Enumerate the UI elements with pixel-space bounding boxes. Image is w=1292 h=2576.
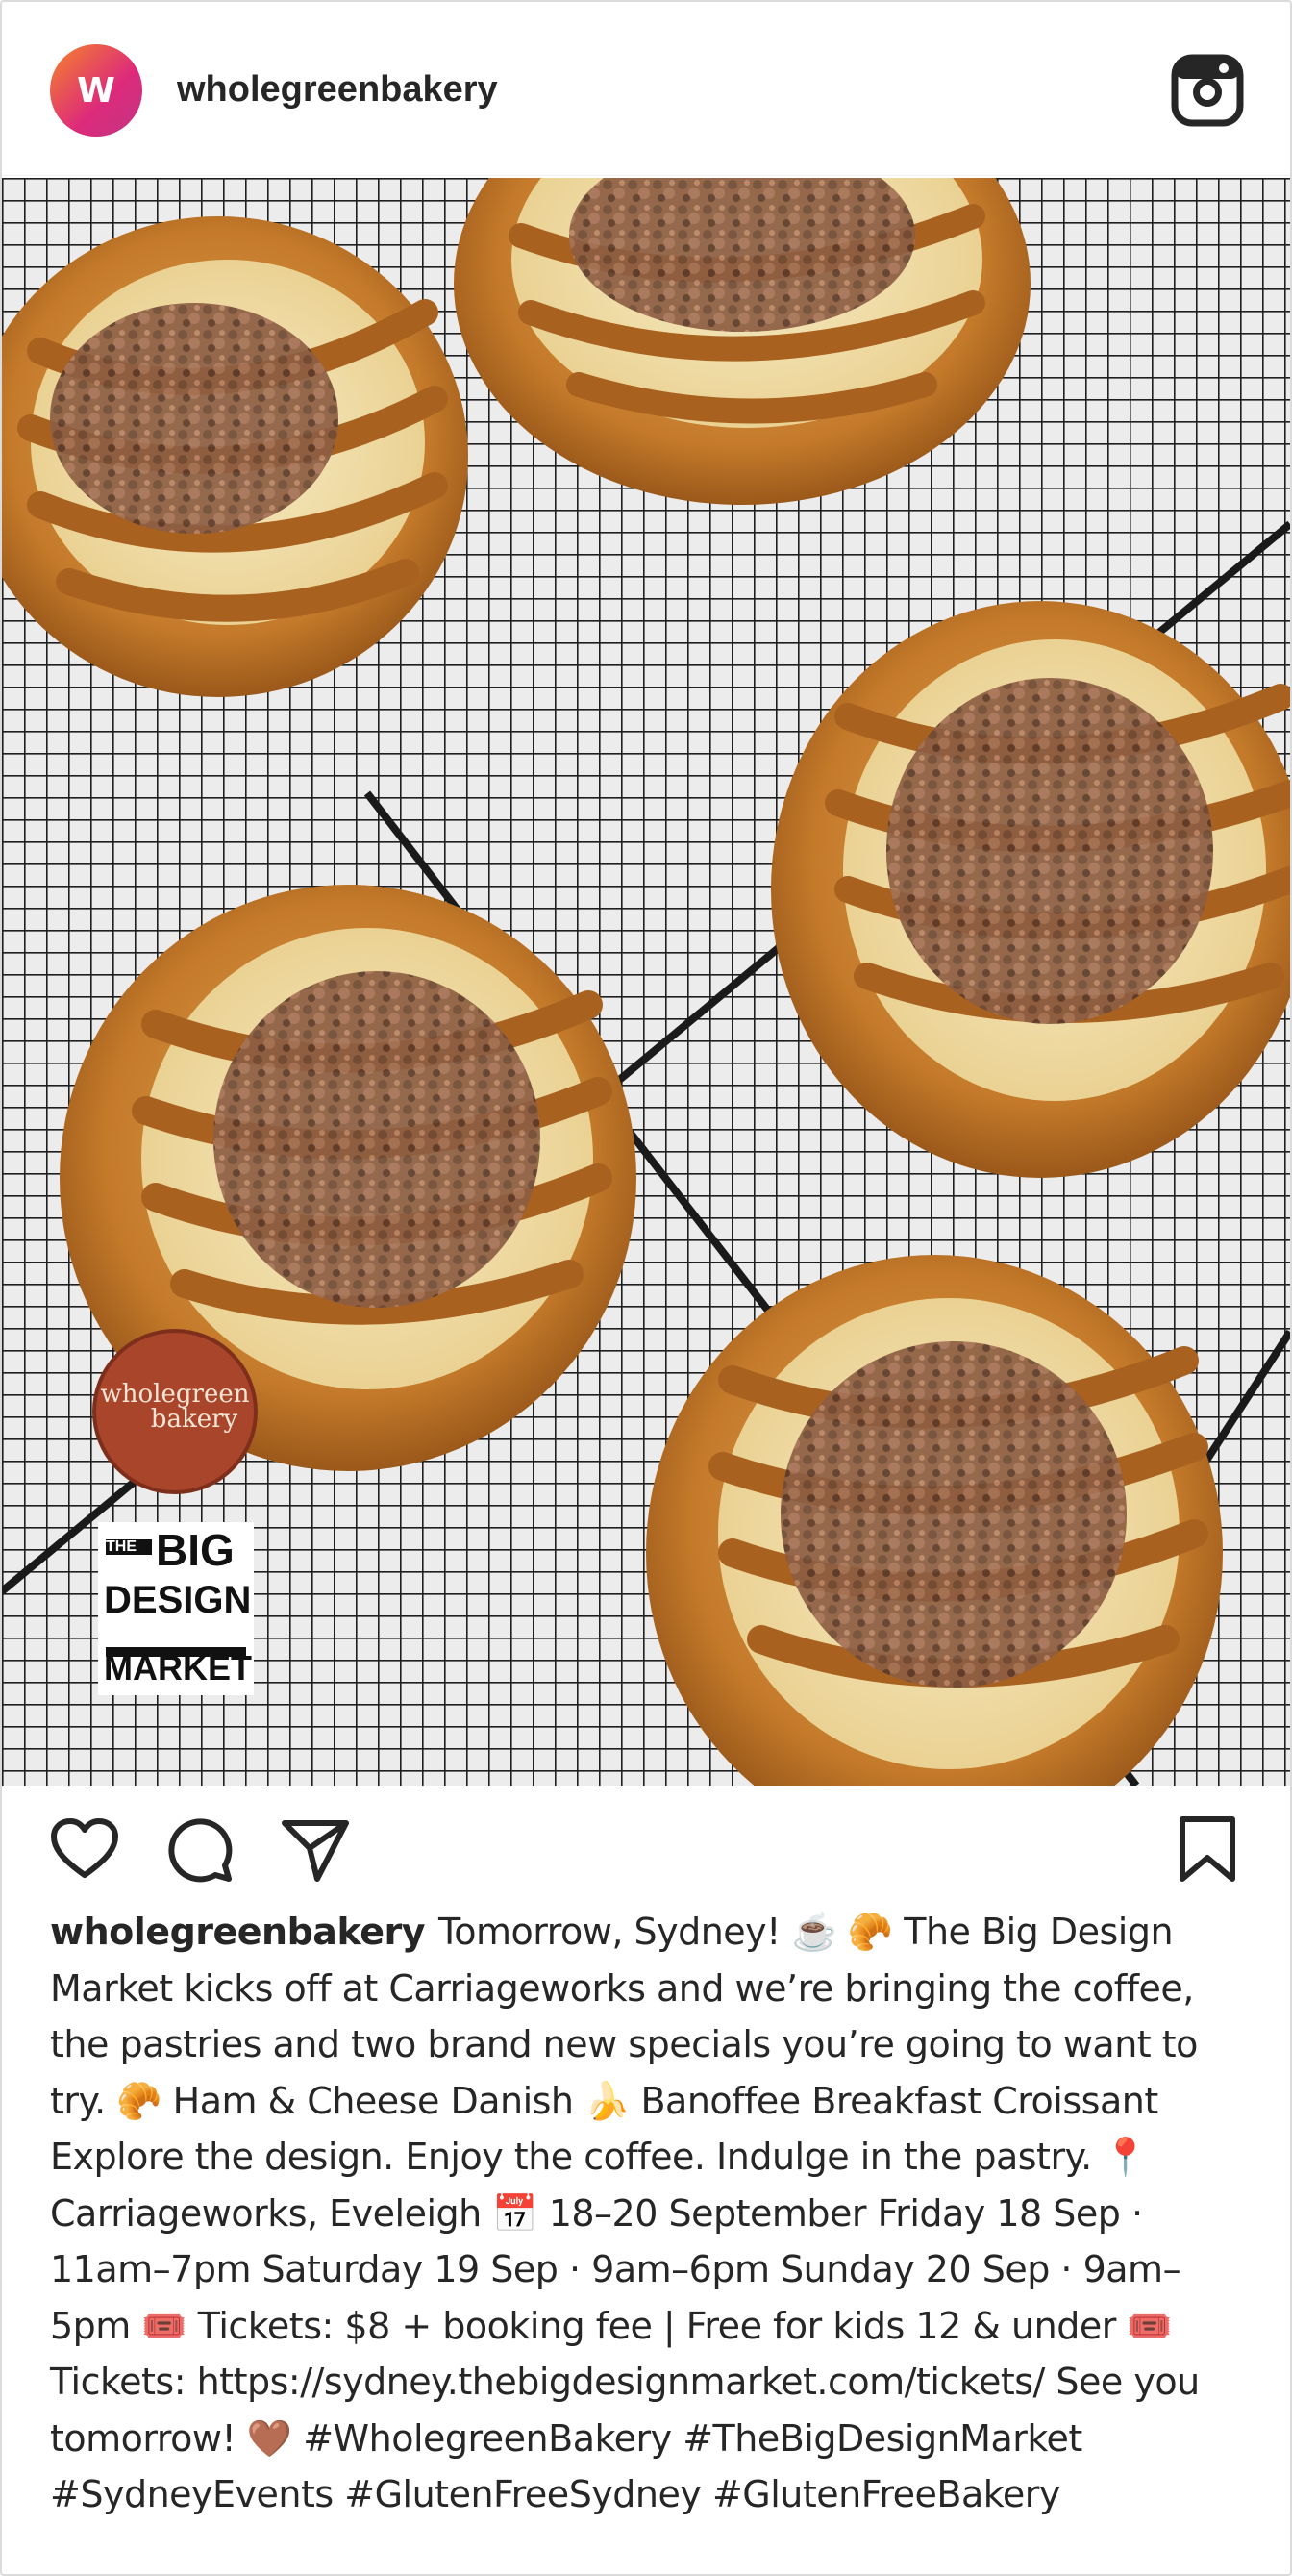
action-bar bbox=[2, 1787, 1290, 1912]
comment-icon[interactable] bbox=[165, 1815, 235, 1885]
instagram-icon[interactable] bbox=[1171, 54, 1244, 127]
post-username[interactable]: wholegreenbakery bbox=[177, 65, 498, 113]
caption-text: Tomorrow, Sydney! ☕️ 🥐 The Big Design Ma… bbox=[50, 1911, 1200, 2515]
badge-line3: DESIGN bbox=[104, 1579, 252, 1621]
logo-text-line1: wholegreen bbox=[100, 1380, 250, 1409]
paper-plane-icon[interactable] bbox=[281, 1815, 350, 1885]
logo-text-line2: bakery bbox=[150, 1405, 238, 1434]
caption-username[interactable]: wholegreenbakery bbox=[50, 1911, 425, 1953]
bookmark-icon[interactable] bbox=[1173, 1815, 1242, 1885]
badge-line4: MARKET bbox=[104, 1648, 252, 1688]
avatar[interactable]: W bbox=[50, 44, 142, 137]
post-image[interactable]: wholegreen bakery THE BIG DESIGN MARKET bbox=[2, 178, 1290, 1786]
post-header: W wholegreenbakery bbox=[2, 2, 1290, 176]
instagram-post-card: W wholegreenbakery wholegreen bakery THE… bbox=[0, 0, 1292, 2576]
badge-text: THE BIG DESIGN MARKET bbox=[98, 1522, 254, 1695]
badge-line2: BIG bbox=[156, 1525, 235, 1575]
heart-icon[interactable] bbox=[50, 1815, 119, 1885]
avatar-letter: W bbox=[77, 70, 115, 111]
logo-text: wholegreen bakery bbox=[98, 1382, 252, 1432]
badge-line1: THE bbox=[106, 1538, 137, 1555]
post-caption: wholegreenbakery Tomorrow, Sydney! ☕️ 🥐 T… bbox=[50, 1904, 1242, 2523]
